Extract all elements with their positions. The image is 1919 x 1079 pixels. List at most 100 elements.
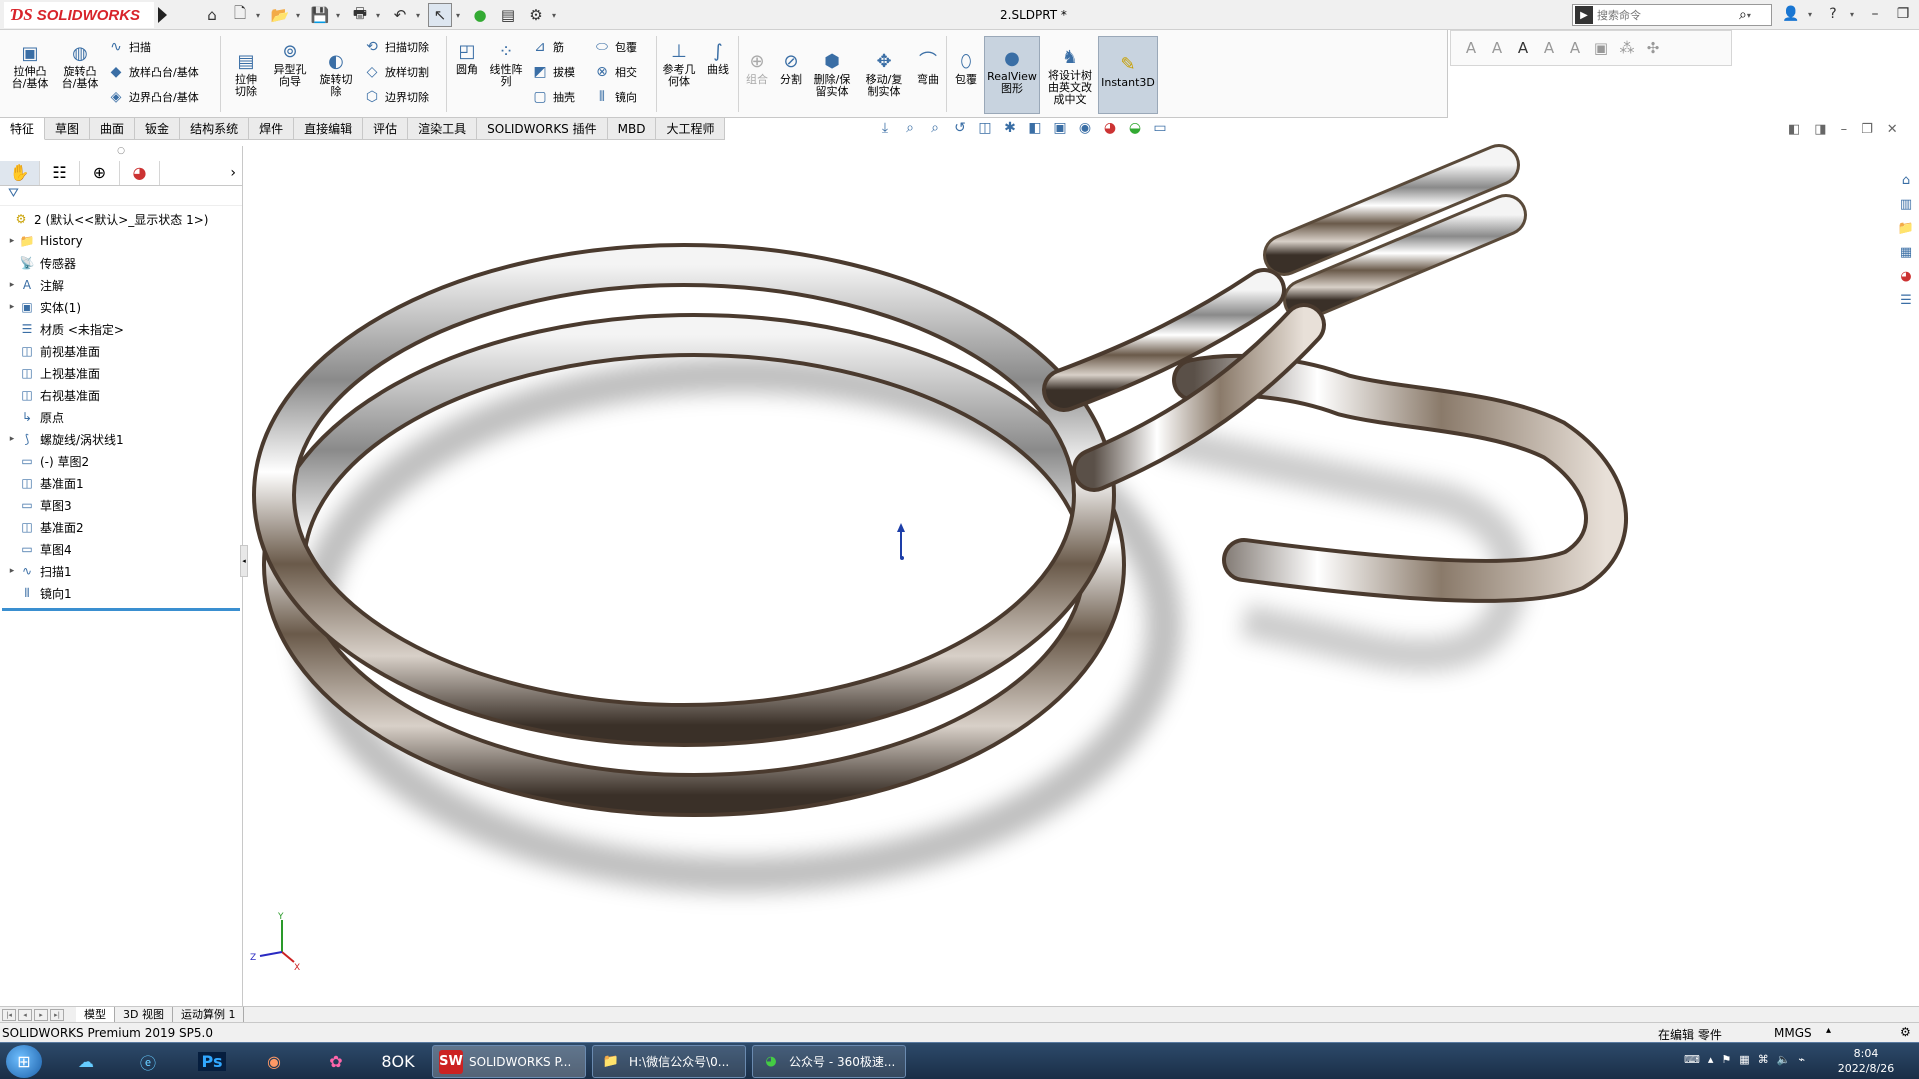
restore-icon[interactable]: ❐ — [1892, 3, 1914, 25]
expand-arrow-icon[interactable]: ▸ — [6, 280, 18, 290]
taskbar-folder-window[interactable]: 📁 H:\微信公众号\0... — [592, 1045, 746, 1078]
tab-4[interactable]: 结构系统 — [180, 118, 250, 140]
taskbar-baidu-netdisk[interactable]: ☁ — [64, 1046, 108, 1077]
search-icon[interactable]: ⌕ — [1739, 7, 1747, 23]
home-icon[interactable]: ⌂ — [200, 3, 224, 27]
expand-arrow-icon[interactable]: ▸ — [6, 302, 18, 312]
text-arrow-icon[interactable]: A — [1487, 39, 1507, 57]
text-block-icon[interactable]: ▣ — [1591, 39, 1611, 57]
display-style-icon[interactable]: ▣ — [1050, 120, 1070, 136]
first-tab-nav-icon[interactable]: |◂ — [2, 1008, 16, 1021]
taskbar-app-ok[interactable]: 8OK — [376, 1046, 420, 1077]
tree-item[interactable]: ☰ 材质 <未指定> — [0, 318, 242, 340]
revolve-cut-button[interactable]: ◐ 旋转切除 — [314, 50, 358, 98]
tab-9[interactable]: SOLIDWORKS 插件 — [477, 118, 608, 140]
options-gear-icon[interactable]: ⚙ — [524, 3, 548, 27]
tab-0[interactable]: 特征 — [0, 118, 46, 140]
viewport-tile-right-icon[interactable]: ◨ — [1814, 122, 1826, 137]
dropdown-arrow-icon[interactable]: ▾ — [336, 11, 344, 20]
tree-item[interactable]: ◫ 右视基准面 — [0, 384, 242, 406]
help-icon[interactable]: ? — [1822, 3, 1844, 25]
text-grid-icon[interactable]: ⁂ — [1617, 39, 1637, 57]
instant3d-button[interactable]: ✎ Instant3D — [1098, 36, 1158, 114]
rib-button[interactable]: ⊿ 筋 — [530, 36, 564, 58]
swept-cut-button[interactable]: ⟲ 扫描切除 — [362, 36, 429, 58]
tree-item[interactable]: ▸ 📁 History — [0, 230, 242, 252]
dropdown-arrow-icon[interactable]: ▾ — [416, 11, 424, 20]
tab-10[interactable]: MBD — [607, 118, 657, 140]
ime-icon[interactable]: ⌘ — [1758, 1053, 1769, 1066]
custom-properties-icon[interactable]: ☰ — [1895, 290, 1917, 310]
text-link-icon[interactable]: ✣ — [1643, 39, 1663, 57]
zoom-to-fit-icon[interactable]: ⌕ — [900, 120, 920, 136]
view-orientation-arrow-icon[interactable]: ⤓ — [875, 120, 895, 136]
bottom-tab-2[interactable]: 运动算例 1 — [173, 1006, 245, 1023]
realview-button[interactable]: ● RealView图形 — [984, 36, 1040, 114]
tree-item[interactable]: ▸ A 注解 — [0, 274, 242, 296]
viewport-minimize-icon[interactable]: – — [1841, 122, 1848, 137]
tree-filter[interactable]: ⛛ — [0, 186, 242, 206]
dropdown-arrow-icon[interactable]: ▾ — [376, 11, 384, 20]
tree-item[interactable]: ▭ (-) 草图2 — [0, 450, 242, 472]
prev-tab-nav-icon[interactable]: ◂ — [18, 1008, 32, 1021]
expand-arrow-icon[interactable]: ▸ — [6, 566, 18, 576]
lofted-cut-button[interactable]: ◇ 放样切割 — [362, 61, 429, 83]
text-edit-icon[interactable]: A — [1513, 39, 1533, 57]
wrap-large-button[interactable]: ⬯ 包覆 — [950, 50, 982, 86]
reference-geometry-button[interactable]: ⊥ 参考几何体 — [660, 40, 698, 88]
tab-3[interactable]: 钣金 — [135, 118, 181, 140]
solidworks-logo[interactable]: ƊS SOLIDWORKS — [4, 2, 154, 28]
draft-button[interactable]: ◩ 拔模 — [530, 61, 575, 83]
taskbar-app-pinwheel[interactable]: ✿ — [314, 1046, 358, 1077]
taskbar-browser-window[interactable]: ◕ 公众号 - 360极速... — [752, 1045, 906, 1078]
volume-icon[interactable]: 🔈 — [1777, 1053, 1791, 1066]
tree-item[interactable]: ◫ 基准面2 — [0, 516, 242, 538]
status-settings-icon[interactable]: ⚙ — [1900, 1025, 1911, 1039]
search-input[interactable] — [1597, 8, 1737, 22]
sweep-button[interactable]: ∿ 扫描 — [106, 36, 151, 58]
tree-item[interactable]: ▭ 草图3 — [0, 494, 242, 516]
tree-item[interactable]: ▭ 草图4 — [0, 538, 242, 560]
translate-tree-button[interactable]: ♞ 将设计树由英文改成中文 — [1044, 46, 1096, 106]
units-dropdown-icon[interactable]: ▴ — [1826, 1025, 1831, 1036]
view-orientation-icon[interactable]: ◧ — [1025, 120, 1045, 136]
tree-root-part[interactable]: ⚙ 2 (默认<<默认>_显示状态 1>) — [0, 208, 242, 230]
tab-7[interactable]: 评估 — [363, 118, 409, 140]
tree-item[interactable]: ◫ 前视基准面 — [0, 340, 242, 362]
keyboard-icon[interactable]: ⌨ — [1684, 1053, 1700, 1066]
rebuild-traffic-light-icon[interactable]: ● — [468, 3, 492, 27]
edit-appearance-icon[interactable]: ◕ — [1100, 120, 1120, 136]
appearances-icon[interactable]: ◕ — [1895, 266, 1917, 286]
open-folder-icon[interactable]: 📂 — [268, 3, 292, 27]
tree-item[interactable]: ▸ ⟆ 螺旋线/涡状线1 — [0, 428, 242, 450]
extrude-boss-button[interactable]: ▣ 拉伸凸台/基体 — [8, 42, 52, 90]
tree-item[interactable]: ◫ 基准面1 — [0, 472, 242, 494]
viewport-restore-icon[interactable]: ❐ — [1861, 122, 1873, 137]
text-format-icon[interactable]: A — [1539, 39, 1559, 57]
expand-arrow-icon[interactable]: ▸ — [6, 236, 18, 246]
file-properties-icon[interactable]: ▤ — [496, 3, 520, 27]
hole-wizard-button[interactable]: ⊚ 异型孔向导 — [268, 40, 312, 88]
taskbar-ie[interactable]: ⓔ — [126, 1046, 170, 1077]
configuration-manager-tab[interactable]: ⊕ — [80, 160, 120, 185]
undo-icon[interactable]: ↶ — [388, 3, 412, 27]
delete-keep-body-button[interactable]: ⬢ 删除/保留实体 — [810, 50, 854, 98]
graphics-viewport[interactable] — [244, 140, 1893, 1006]
viewport-close-icon[interactable]: ✕ — [1887, 122, 1898, 137]
tab-1[interactable]: 草图 — [45, 118, 91, 140]
search-commands-box[interactable]: ▶ ⌕ ▾ — [1572, 4, 1772, 26]
user-account-icon[interactable]: 👤 — [1780, 3, 1802, 25]
menu-expand-arrow-icon[interactable] — [158, 7, 167, 23]
rollback-bar[interactable] — [2, 608, 240, 611]
last-tab-nav-icon[interactable]: ▸| — [50, 1008, 64, 1021]
wrap-button[interactable]: ⬭ 包覆 — [592, 36, 637, 58]
dropdown-arrow-icon[interactable]: ▾ — [1808, 10, 1816, 19]
clock[interactable]: 8:04 2022/8/26 — [1826, 1046, 1906, 1076]
start-button[interactable]: ⊞ — [6, 1045, 42, 1078]
design-library-icon[interactable]: ▥ — [1895, 194, 1917, 214]
linear-pattern-button[interactable]: ⁘ 线性阵列 — [486, 40, 526, 88]
dropdown-arrow-icon[interactable]: ▾ — [296, 11, 304, 20]
curves-button[interactable]: ∫ 曲线 — [700, 40, 736, 76]
move-copy-body-button[interactable]: ✥ 移动/复制实体 — [862, 50, 906, 98]
print-icon[interactable]: 🖶 — [348, 3, 372, 27]
